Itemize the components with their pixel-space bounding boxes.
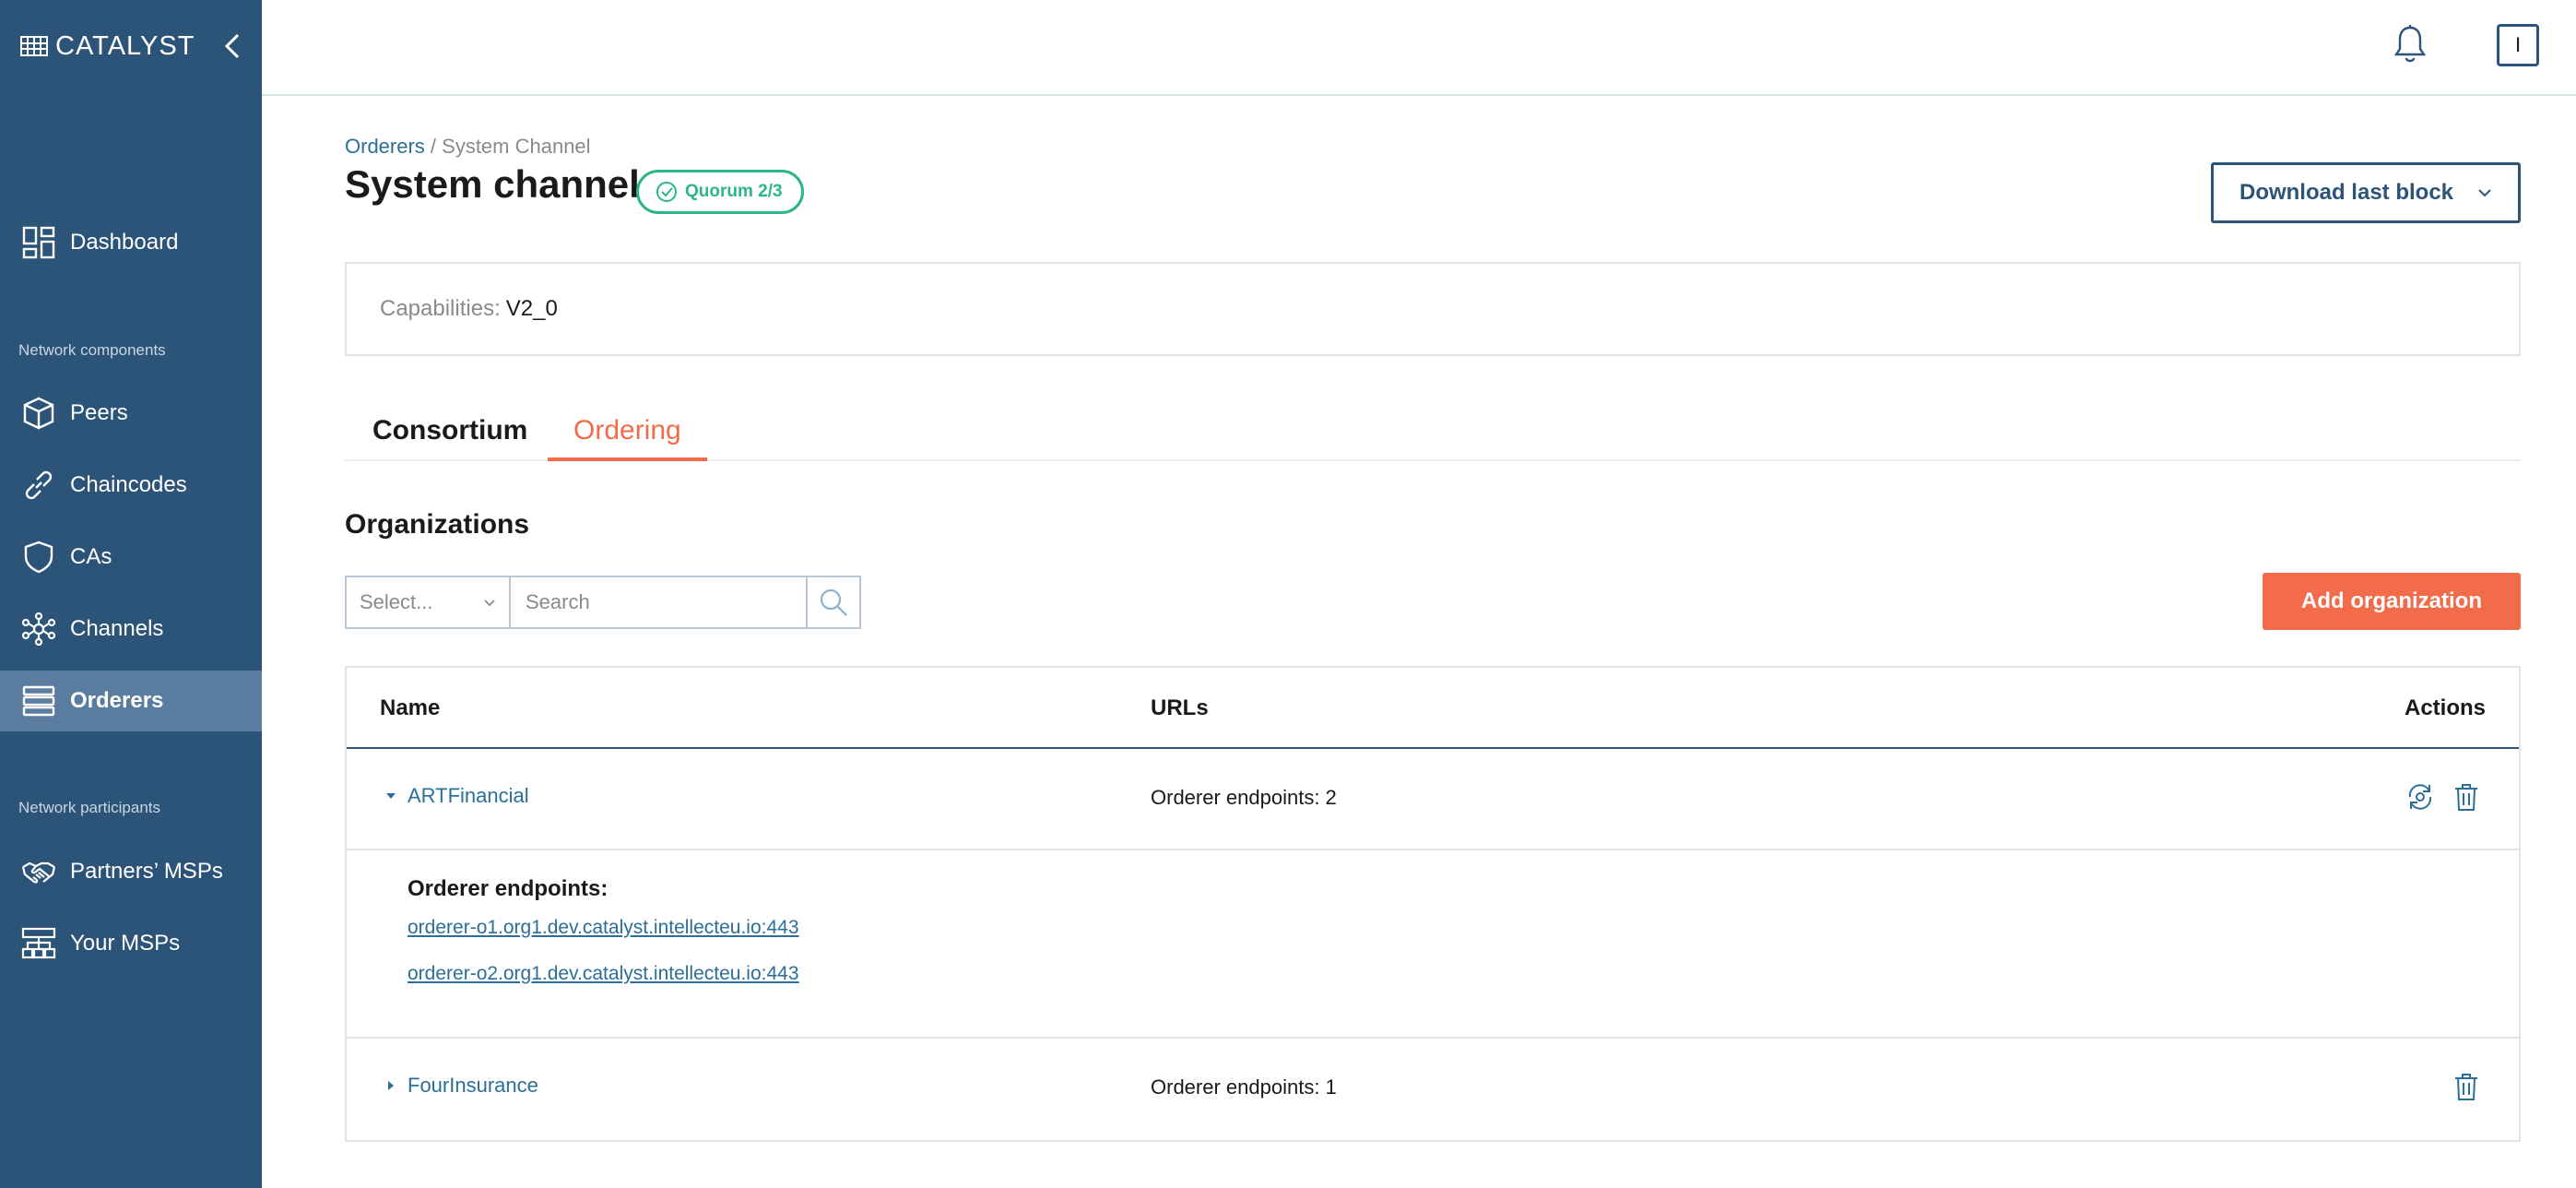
expanded-endpoints-panel: Orderer endpoints: orderer-o1.org1.dev.c…: [347, 850, 2519, 1039]
top-bar: I: [262, 0, 2576, 96]
org-name: FourInsurance: [408, 1074, 538, 1097]
hierarchy-icon: [20, 925, 57, 962]
tab-consortium[interactable]: Consortium: [347, 397, 553, 461]
row-toggle-fourinsurance[interactable]: FourInsurance: [384, 1074, 538, 1098]
sidebar-item-label: Peers: [70, 400, 128, 425]
search-icon: [820, 588, 847, 616]
sidebar-item-label: Dashboard: [70, 230, 179, 255]
download-last-block-button[interactable]: Download last block: [2211, 162, 2521, 223]
sidebar-item-your-msps[interactable]: Your MSPs: [0, 913, 262, 974]
sidebar-item-cas[interactable]: CAs: [0, 527, 262, 588]
organizations-table: Name URLs Actions ARTFinancial Orderer e…: [345, 666, 2521, 1142]
sidebar-item-label: Chaincodes: [70, 472, 187, 497]
trash-icon[interactable]: [2451, 1070, 2482, 1103]
breadcrumb-separator: /: [424, 135, 443, 158]
endpoint-link[interactable]: orderer-o1.org1.dev.catalyst.intellecteu…: [408, 917, 799, 939]
sidebar-item-partners-msps[interactable]: Partners’ MSPs: [0, 841, 262, 902]
table-row: ARTFinancial Orderer endpoints: 2: [347, 749, 2519, 850]
refresh-settings-icon[interactable]: [2405, 780, 2436, 814]
breadcrumb-current: System Channel: [442, 135, 591, 158]
notifications-button[interactable]: [2392, 24, 2428, 65]
column-header-name: Name: [380, 695, 441, 720]
cube-icon: [20, 395, 57, 432]
sidebar-item-label: CAs: [70, 544, 112, 569]
network-icon: [20, 611, 57, 647]
chevron-left-icon: [224, 33, 240, 59]
sidebar-item-label: Your MSPs: [70, 931, 181, 956]
logo-text: CATALYST: [55, 30, 195, 61]
bell-icon: [2393, 25, 2427, 63]
link-icon: [20, 467, 57, 504]
search-input[interactable]: [511, 576, 808, 629]
table-row: FourInsurance Orderer endpoints: 1: [347, 1039, 2519, 1140]
capabilities-value: V2_0: [505, 296, 558, 321]
logo-icon: [20, 36, 48, 56]
search-button[interactable]: [808, 576, 861, 629]
capabilities-label: Capabilities:: [380, 296, 501, 321]
chevron-down-icon: [484, 599, 495, 606]
sidebar-item-label: Channels: [70, 616, 164, 641]
server-icon: [20, 683, 57, 719]
sidebar-item-chaincodes[interactable]: Chaincodes: [0, 455, 262, 516]
sidebar-item-channels[interactable]: Channels: [0, 599, 262, 659]
download-label: Download last block: [2239, 180, 2454, 205]
collapse-sidebar-button[interactable]: [221, 31, 243, 61]
row-toggle-artfinancial[interactable]: ARTFinancial: [384, 784, 529, 808]
breadcrumb-orderers-link[interactable]: Orderers: [345, 135, 425, 158]
section-network-components: Network components: [18, 341, 166, 359]
org-urls: Orderer endpoints: 1: [1151, 1075, 1337, 1099]
row-actions: [2405, 780, 2482, 814]
sidebar-item-orderers[interactable]: Orderers: [0, 671, 262, 731]
sidebar-item-dashboard[interactable]: Dashboard: [0, 212, 262, 273]
sidebar-item-peers[interactable]: Peers: [0, 383, 262, 444]
sidebar-item-label: Orderers: [70, 688, 164, 713]
user-avatar[interactable]: I: [2497, 24, 2539, 66]
sidebar-item-label: Partners’ MSPs: [70, 859, 223, 884]
check-circle-icon: [656, 182, 677, 202]
endpoint-link[interactable]: orderer-o2.org1.dev.catalyst.intellecteu…: [408, 963, 799, 985]
dashboard-icon: [20, 224, 57, 261]
row-actions: [2451, 1070, 2482, 1103]
handshake-icon: [20, 853, 57, 890]
organizations-title: Organizations: [345, 509, 530, 540]
endpoints-title: Orderer endpoints:: [408, 876, 609, 901]
breadcrumb: Orderers / System Channel: [345, 135, 591, 159]
add-organization-button[interactable]: Add organization: [2263, 573, 2521, 630]
org-urls: Orderer endpoints: 2: [1151, 786, 1337, 809]
trash-icon[interactable]: [2451, 780, 2482, 814]
org-name: ARTFinancial: [408, 784, 529, 807]
section-network-participants: Network participants: [18, 799, 161, 816]
column-header-actions: Actions: [2404, 695, 2486, 720]
catalyst-logo[interactable]: CATALYST: [20, 28, 195, 65]
caret-right-icon: [384, 1080, 398, 1091]
chevron-down-icon: [2478, 189, 2491, 197]
filter-select[interactable]: Select...: [345, 576, 511, 629]
tab-ordering[interactable]: Ordering: [548, 397, 707, 461]
page-title: System channel: [345, 162, 640, 206]
table-header: Name URLs Actions: [347, 668, 2519, 749]
channel-tabs: Consortium Ordering: [345, 397, 2521, 461]
shield-icon: [20, 539, 57, 576]
sidebar: CATALYST Dashboard Network components Pe…: [0, 0, 262, 1188]
column-header-urls: URLs: [1151, 695, 1209, 720]
filter-row: Select...: [345, 576, 861, 629]
quorum-badge: Quorum 2/3: [636, 170, 804, 214]
capabilities-panel: Capabilities: V2_0: [345, 262, 2521, 356]
quorum-label: Quorum 2/3: [685, 182, 783, 201]
select-placeholder: Select...: [360, 590, 433, 613]
caret-down-icon: [384, 792, 398, 800]
